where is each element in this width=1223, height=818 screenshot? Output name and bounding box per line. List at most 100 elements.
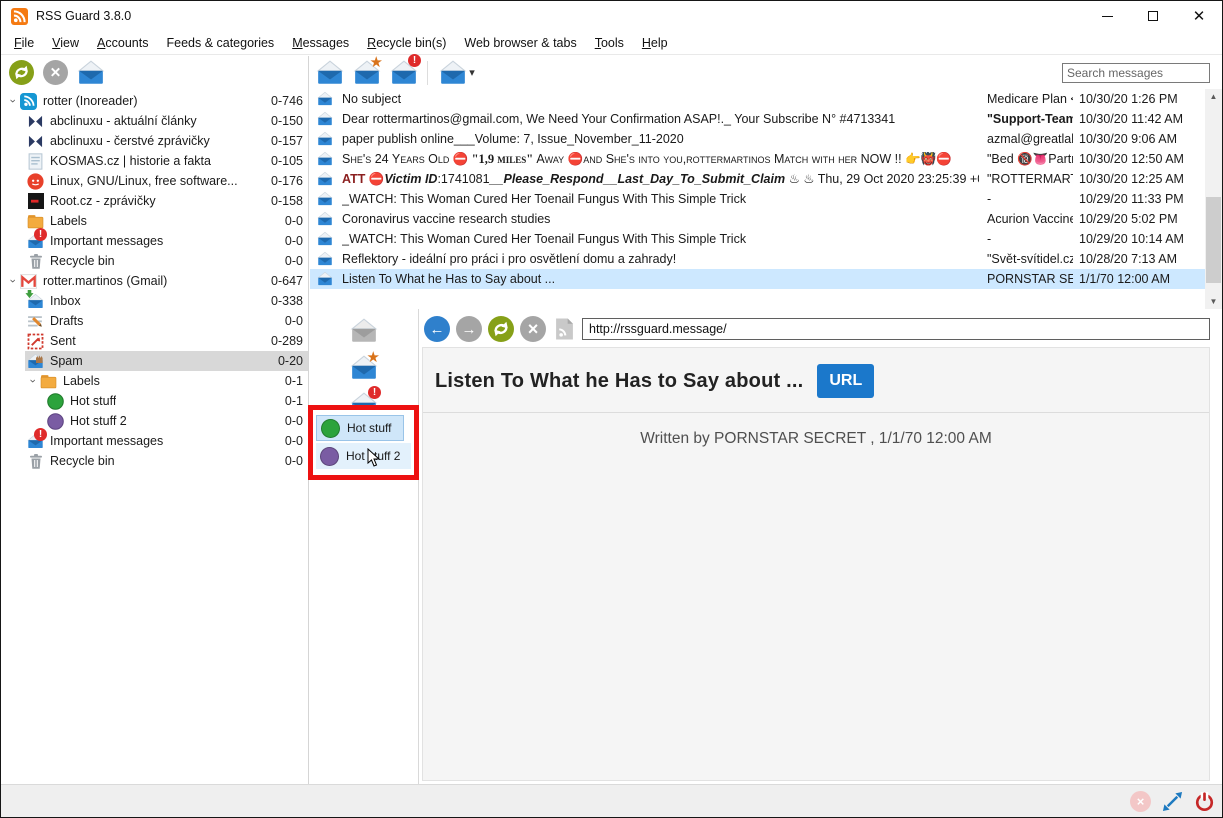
expand-chevron-icon[interactable]: › [7,274,19,289]
feed-item-drafts[interactable]: Drafts0-0 [1,311,308,331]
menu-item-help[interactable]: Help [633,33,677,53]
close-icon[interactable]: ✕ [1176,1,1222,31]
menu-item-feeds-categories[interactable]: Feeds & categories [157,33,283,53]
menubar: FileViewAccountsFeeds & categoriesMessag… [1,31,1222,55]
feed-toolbar: × [1,56,308,89]
mail-open-icon [317,171,333,187]
dot-green-icon [47,393,64,410]
unread-total-count: 0-0 [277,454,303,468]
stop-icon[interactable]: × [43,60,68,85]
message-row[interactable]: Listen To What he Has to Say about ...PO… [310,269,1205,289]
message-sender: "Svět-svítidel.cz" ... [987,252,1073,266]
mail-exclaim-icon: ! [27,433,44,450]
feed-item-important-messages[interactable]: !Important messages0-0 [1,431,308,451]
sent-icon [27,333,44,350]
exclaim-badge-icon: ! [408,54,421,67]
url-input[interactable] [582,318,1210,340]
message-list-scrollbar[interactable]: ▲ ▼ [1205,89,1222,309]
feed-label: Labels [63,374,100,388]
back-icon[interactable]: ← [424,316,450,342]
power-icon[interactable] [1194,791,1215,812]
preview-header: Listen To What he Has to Say about ... U… [423,348,1209,413]
message-row[interactable]: She's 24 Years Old ⛔ "1,9 miles" Away ⛔a… [310,149,1205,169]
feed-item-recycle-bin[interactable]: Recycle bin0-0 [1,451,308,471]
feed-item-kosmas-cz-historie-a-fakta[interactable]: KOSMAS.cz | historie a fakta0-105 [1,151,308,171]
fullscreen-icon[interactable] [1162,791,1183,812]
message-actions-strip: ★! Hot stuffHot stuff 2 [310,309,419,784]
rss-doc-icon[interactable] [552,317,576,341]
mail-open-icon[interactable] [77,59,105,87]
feed-item-abclinuxu-erstv-zpr-vi-ky[interactable]: abclinuxu - čerstvé zprávičky0-157 [1,131,308,151]
feed-item-inbox[interactable]: Inbox0-338 [1,291,308,311]
mail-open-icon [317,131,333,147]
feed-item-hot-stuff[interactable]: Hot stuff0-1 [1,391,308,411]
exclaim-badge-icon: ! [34,428,47,441]
message-date: 10/29/20 10:14 AM [1073,232,1205,246]
feed-item-labels[interactable]: Labels0-0 [1,211,308,231]
feed-item-sent[interactable]: Sent0-289 [1,331,308,351]
menu-item-messages[interactable]: Messages [283,33,358,53]
mail-open-icon[interactable] [316,59,344,87]
dot-purple-icon [47,413,64,430]
scroll-down-icon[interactable]: ▼ [1205,294,1222,309]
refresh-icon[interactable] [488,316,514,342]
window-controls: ✕ [1084,1,1222,31]
message-row[interactable]: Coronavirus vaccine research studiesAcur… [310,209,1205,229]
menu-item-tools[interactable]: Tools [586,33,633,53]
minimize-icon[interactable] [1084,1,1130,31]
expand-chevron-icon[interactable]: › [7,94,19,109]
message-subject: _WATCH: This Woman Cured Her Toenail Fun… [342,232,979,246]
menu-item-file[interactable]: File [5,33,43,53]
url-button[interactable]: URL [817,364,874,398]
menu-item-recycle-bin-s-[interactable]: Recycle bin(s) [358,33,455,53]
message-row[interactable]: ATT ⛔Victim ID:1741081__Please_Respond__… [310,169,1205,189]
scroll-up-icon[interactable]: ▲ [1205,89,1222,104]
unread-total-count: 0-0 [277,234,303,248]
label-item-hot-stuff[interactable]: Hot stuff [316,415,404,441]
feed-label: abclinuxu - čerstvé zprávičky [50,134,210,148]
mail-exclaim-icon[interactable]: ! [390,59,418,87]
feed-item-linux-gnu-linux-free-software-[interactable]: Linux, GNU/Linux, free software...0-176 [1,171,308,191]
label-item-hot-stuff-2[interactable]: Hot stuff 2 [316,443,411,469]
message-row[interactable]: _WATCH: This Woman Cured Her Toenail Fun… [310,229,1205,249]
message-byline: Written by PORNSTAR SECRET , 1/1/70 12:0… [423,413,1209,448]
message-row[interactable]: _WATCH: This Woman Cured Her Toenail Fun… [310,189,1205,209]
feed-item-hot-stuff-2[interactable]: Hot stuff 20-0 [1,411,308,431]
mail-star-icon[interactable]: ★ [350,354,378,382]
feed-item-rotter-inoreader-[interactable]: ›rotter (Inoreader)0-746 [1,91,308,111]
feed-item-important-messages[interactable]: !Important messages0-0 [1,231,308,251]
unread-total-count: 0-20 [270,354,303,368]
message-row[interactable]: Dear rottermartinos@gmail.com, We Need Y… [310,109,1205,129]
mail-dropdown-icon[interactable]: ▾ [437,59,477,87]
scrollbar-thumb[interactable] [1206,197,1221,283]
mouse-cursor-icon [367,448,380,470]
feed-item-labels[interactable]: › Labels 0-1 [1,371,308,391]
unread-total-count: 0-105 [263,154,303,168]
feed-item-rotter-martinos-gmail-[interactable]: ›rotter.martinos (Gmail)0-647 [1,271,308,291]
refresh-icon[interactable] [9,60,34,85]
maximize-icon[interactable] [1130,1,1176,31]
mail-open-gray-icon[interactable] [350,317,378,345]
unread-total-count: 0-1 [277,374,303,388]
feed-item-spam[interactable]: Spam 0-20 [1,351,308,371]
rootcz-icon [27,193,44,210]
stop-icon[interactable]: × [520,316,546,342]
menu-item-web-browser-tabs[interactable]: Web browser & tabs [455,33,585,53]
search-input[interactable] [1062,63,1210,83]
expand-chevron-icon[interactable]: › [27,374,39,389]
forward-icon[interactable]: → [456,316,482,342]
unread-total-count: 0-746 [263,94,303,108]
feed-item-root-cz-zpr-vi-ky[interactable]: Root.cz - zprávičky0-158 [1,191,308,211]
trash-icon [27,453,44,470]
message-row[interactable]: No subjectMedicare Plan <e...10/30/20 1:… [310,89,1205,109]
message-row[interactable]: paper publish online___Volume: 7, Issue_… [310,129,1205,149]
feed-label: Spam [50,354,83,368]
feed-item-recycle-bin[interactable]: Recycle bin0-0 [1,251,308,271]
close-faded-icon[interactable]: × [1130,791,1151,812]
menu-item-accounts[interactable]: Accounts [88,33,157,53]
mail-star-icon[interactable]: ★ [353,59,381,87]
message-row[interactable]: Reflektory - ideální pro práci i pro osv… [310,249,1205,269]
menu-item-view[interactable]: View [43,33,88,53]
preview-vertical-toolbar: ★! [310,309,418,419]
feed-item-abclinuxu-aktu-ln-l-nky[interactable]: abclinuxu - aktuální články0-150 [1,111,308,131]
